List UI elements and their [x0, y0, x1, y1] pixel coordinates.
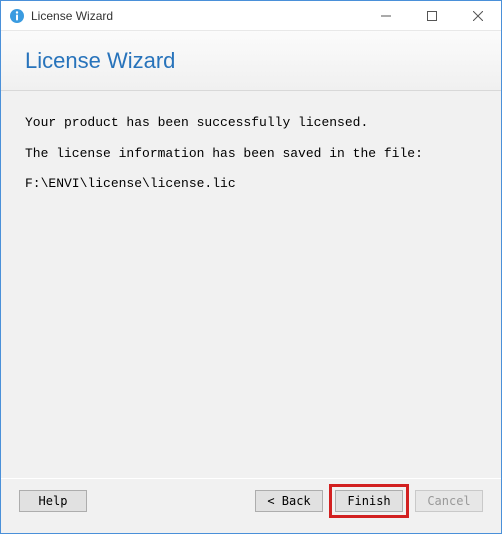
footer-buttons: < Back Finish Cancel: [255, 484, 483, 518]
minimize-button[interactable]: [363, 1, 409, 31]
license-file-path: F:\ENVI\license\license.lic: [25, 172, 477, 197]
finish-button[interactable]: Finish: [335, 490, 403, 512]
wizard-content: Your product has been successfully licen…: [1, 91, 501, 478]
titlebar: License Wizard: [1, 1, 501, 31]
maximize-button[interactable]: [409, 1, 455, 31]
page-title: License Wizard: [25, 48, 175, 74]
file-saved-message: The license information has been saved i…: [25, 142, 477, 167]
window-title: License Wizard: [31, 9, 363, 23]
finish-highlight: Finish: [329, 484, 409, 518]
success-message: Your product has been successfully licen…: [25, 111, 477, 136]
cancel-button: Cancel: [415, 490, 483, 512]
window-controls: [363, 1, 501, 30]
back-button[interactable]: < Back: [255, 490, 323, 512]
wizard-header: License Wizard: [1, 31, 501, 91]
wizard-footer: Help < Back Finish Cancel: [1, 479, 501, 533]
help-button[interactable]: Help: [19, 490, 87, 512]
info-icon: [9, 8, 25, 24]
close-button[interactable]: [455, 1, 501, 31]
